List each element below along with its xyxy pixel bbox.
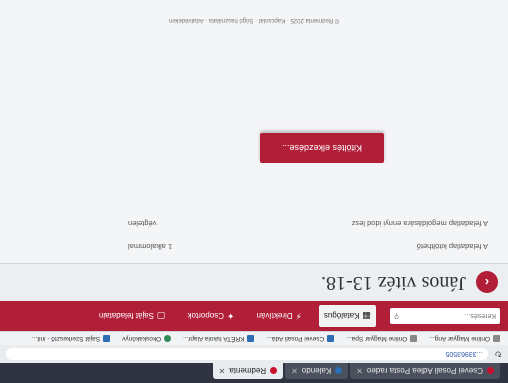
nav-directives[interactable]: ⚡ Direktíván: [252, 305, 307, 327]
bookmarks-bar: Online Magyar Ang... Online Magyar Spa..…: [0, 331, 508, 345]
main-nav: ▦ Katalógus ⚡ Direktíván ✦ Csoportok ▢ S…: [94, 305, 376, 327]
task-info: A feladatlap kitölthető 1 alkalommal A f…: [128, 205, 488, 251]
chevron-left-icon: ‹: [484, 275, 490, 290]
bookmark-item[interactable]: Csevei Posali Adá...: [266, 335, 335, 342]
bookmark-item[interactable]: Saját Szerkesztő - init...: [32, 335, 111, 342]
search-input[interactable]: Keresés... ⚲: [390, 308, 500, 324]
bookmark-item[interactable]: Online Magyar Ang...: [429, 335, 500, 342]
browser-tab-active[interactable]: Redmenta ✕: [212, 363, 284, 379]
close-tab-icon[interactable]: ✕: [356, 367, 363, 376]
catalog-icon: ▦: [362, 311, 371, 322]
bookmark-icon: [493, 335, 500, 342]
users-icon: ✦: [227, 311, 235, 322]
main-content: ‹ János vitéz 13-18. A feladatlap kitölt…: [0, 0, 508, 301]
bookmark-icon: [410, 335, 418, 342]
nav-groups[interactable]: ✦ Csoportok: [183, 305, 240, 327]
bookmark-item[interactable]: KRÉTA Iskola Alapr...: [183, 335, 255, 342]
footer: © Redmenta 2025 · Kapcsolat · Súgó haszn…: [168, 17, 340, 23]
title-bar: ‹ János vitéz 13-18.: [0, 263, 508, 301]
browser-tab-strip: Csevei Posali Adlea Posta radeo ✕ Kalend…: [0, 363, 508, 383]
page-title: János vitéz 13-18.: [321, 272, 466, 294]
back-button[interactable]: ‹: [476, 271, 498, 294]
bookmark-item[interactable]: Okoskakönyv: [122, 335, 172, 342]
bookmark-icon: [247, 335, 255, 342]
bookmark-item[interactable]: Online Magyar Spa...: [346, 335, 418, 342]
address-bar: ↻ ...33963505: [0, 345, 508, 363]
bookmark-icon: [164, 335, 172, 342]
nav-my-tasks[interactable]: ▢ Saját feladatain: [94, 305, 171, 327]
info-row: A feladatlap kitölthető 1 alkalommal: [128, 242, 488, 251]
browser-tab[interactable]: Csevei Posali Adlea Posta radeo ✕: [350, 363, 500, 379]
favicon-icon: [270, 367, 278, 375]
screen: Csevei Posali Adlea Posta radeo ✕ Kalend…: [0, 0, 508, 383]
app-header: Keresés... ⚲ ▦ Katalógus ⚡ Direktíván ✦ …: [0, 301, 508, 331]
nav-catalog[interactable]: ▦ Katalógus: [318, 305, 376, 327]
favicon-icon: [335, 367, 343, 375]
close-tab-icon[interactable]: ✕: [219, 367, 226, 376]
favicon-icon: [487, 367, 494, 375]
start-button[interactable]: Kitöltés elkezdése...: [260, 133, 384, 163]
bookmark-icon: [327, 335, 335, 342]
lightning-icon: ⚡: [295, 311, 302, 322]
bookmark-icon: [103, 335, 111, 342]
document-icon: ▢: [157, 311, 166, 322]
browser-tab[interactable]: Kalendo ✕: [285, 363, 349, 379]
search-icon[interactable]: ⚲: [394, 312, 399, 320]
info-row: A feladatlap megoldására ennyi idod lesz…: [128, 219, 488, 228]
reload-icon[interactable]: ↻: [494, 349, 502, 360]
close-tab-icon[interactable]: ✕: [291, 367, 298, 376]
url-field[interactable]: ...33963505: [6, 348, 489, 360]
